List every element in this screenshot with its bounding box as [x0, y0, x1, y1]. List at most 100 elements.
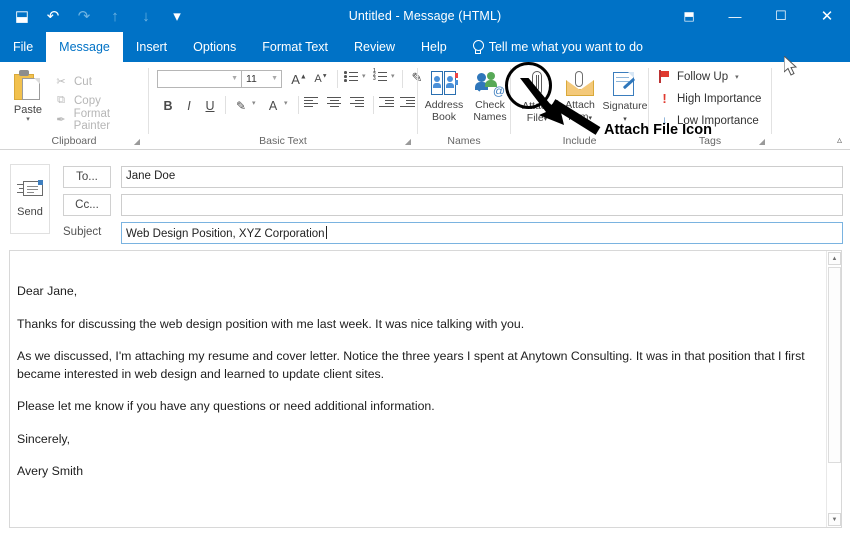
tell-me-label: Tell me what you want to do	[488, 40, 643, 54]
ribbon: Paste ▾ ✂ Cut ⧉ Copy ✒ Format Painter Cl…	[0, 62, 850, 150]
ribbon-display-options-icon[interactable]: ⬒	[666, 0, 712, 32]
close-icon[interactable]: ✕	[804, 0, 850, 32]
divider	[298, 96, 299, 114]
tab-review[interactable]: Review	[341, 32, 408, 62]
annotation-label: Attach File Icon	[604, 122, 712, 138]
underline-icon: U	[205, 99, 215, 113]
copy-label: Copy	[74, 94, 101, 107]
tell-me-search[interactable]: Tell me what you want to do	[460, 32, 655, 62]
clipboard-group-label: Clipboard	[51, 135, 97, 147]
bullet-list-icon	[344, 70, 359, 82]
body-paragraph: Dear Jane,	[17, 284, 78, 298]
check-names-label-line2: Names	[473, 110, 507, 123]
minimize-icon[interactable]: —	[712, 0, 758, 32]
cc-button[interactable]: Cc...	[63, 194, 111, 216]
align-center-icon	[327, 97, 343, 109]
align-center-button[interactable]	[327, 97, 343, 109]
font-name-dropdown[interactable]: ▼	[157, 70, 242, 88]
underline-button[interactable]: U	[201, 96, 219, 116]
tab-format-text[interactable]: Format Text	[249, 32, 341, 62]
address-book-button[interactable]: Address Book	[418, 68, 470, 138]
paste-dropdown-caret-icon[interactable]: ▾	[26, 116, 30, 123]
cut-button[interactable]: ✂ Cut	[54, 72, 148, 91]
collapse-ribbon-icon[interactable]: ▵	[837, 135, 842, 146]
paste-label: Paste	[13, 104, 43, 116]
align-left-icon	[304, 97, 320, 109]
font-size-dropdown[interactable]: 11 ▼	[242, 70, 282, 88]
group-divider	[771, 68, 772, 134]
font-color-button[interactable]: A	[264, 96, 282, 116]
bullets-button[interactable]	[344, 70, 359, 82]
bold-button[interactable]: B	[159, 96, 177, 116]
cut-label: Cut	[74, 75, 92, 88]
outlook-compose-window: ⬓ ↶ ↷ ↑ ↓ ▾ Untitled - Message (HTML) ⬒ …	[0, 0, 850, 533]
decrease-indent-button[interactable]	[379, 97, 395, 109]
follow-up-caret-icon[interactable]: ▾	[735, 73, 739, 81]
scroll-down-icon[interactable]: ▼	[828, 513, 841, 526]
scrollbar-thumb[interactable]	[828, 267, 841, 463]
format-painter-button[interactable]: ✒ Format Painter	[54, 107, 148, 132]
shrink-font-icon: A▼	[314, 73, 328, 85]
flag-icon	[659, 70, 670, 83]
ribbon-group-clipboard: Paste ▾ ✂ Cut ⧉ Copy ✒ Format Painter Cl…	[0, 62, 148, 150]
divider	[225, 96, 226, 114]
scroll-up-icon[interactable]: ▲	[828, 252, 841, 265]
clipboard-dialog-launcher-icon[interactable]: ◢	[134, 137, 140, 146]
follow-up-label: Follow Up	[677, 70, 729, 83]
tab-help[interactable]: Help	[408, 32, 460, 62]
cc-input[interactable]	[121, 194, 843, 216]
shrink-font-button[interactable]: A▼	[311, 69, 331, 89]
send-button[interactable]: Send	[10, 164, 50, 234]
numbering-dropdown-caret-icon[interactable]: ▾	[391, 72, 395, 80]
exclamation-icon: !	[662, 91, 667, 106]
align-right-button[interactable]	[350, 97, 366, 109]
align-left-button[interactable]	[304, 97, 320, 109]
divider	[402, 70, 403, 88]
mouse-cursor-ribbon	[784, 56, 798, 76]
tab-message[interactable]: Message	[46, 32, 123, 62]
check-names-icon: @	[475, 71, 505, 97]
align-right-icon	[350, 97, 366, 109]
grow-font-button[interactable]: A▲	[289, 69, 309, 89]
grow-font-icon: A▲	[291, 71, 307, 87]
message-body-text[interactable]: Dear Jane, Thanks for discussing the web…	[17, 283, 812, 496]
maximize-icon[interactable]: ☐	[758, 0, 804, 32]
scissors-icon: ✂	[56, 76, 66, 88]
chevron-down-icon: ▼	[271, 75, 278, 82]
basic-text-dialog-launcher-icon[interactable]: ◢	[405, 137, 411, 146]
bullets-dropdown-caret-icon[interactable]: ▾	[362, 72, 366, 80]
numbering-button[interactable]: 123	[373, 69, 388, 82]
divider	[373, 96, 374, 114]
tags-dialog-launcher-icon[interactable]: ◢	[759, 137, 765, 146]
window-controls: ⬒ — ☐ ✕	[666, 0, 850, 32]
body-paragraph: Please let me know if you have any quest…	[17, 399, 435, 413]
ribbon-tab-strip: File Message Insert Options Format Text …	[0, 32, 850, 62]
address-book-label-line1: Address	[424, 99, 464, 111]
high-importance-button[interactable]: ! High Importance	[659, 92, 761, 105]
font-color-dropdown-caret-icon[interactable]: ▾	[284, 99, 288, 107]
subject-value: Web Design Position, XYZ Corporation	[126, 228, 325, 240]
address-book-icon	[430, 71, 458, 97]
body-paragraph: Thanks for discussing the web design pos…	[17, 316, 525, 331]
subject-input[interactable]: Web Design Position, XYZ Corporation	[121, 222, 843, 244]
copy-icon: ⧉	[57, 94, 65, 106]
text-highlight-button[interactable]: ✎	[231, 96, 251, 116]
subject-label: Subject	[63, 226, 102, 238]
message-body-area[interactable]: Dear Jane, Thanks for discussing the web…	[9, 250, 842, 528]
high-importance-label: High Importance	[677, 92, 762, 105]
to-input[interactable]: Jane Doe	[121, 166, 843, 188]
tab-file[interactable]: File	[0, 32, 46, 62]
format-painter-label: Format Painter	[73, 107, 111, 132]
address-book-label: Address Book	[424, 99, 464, 123]
basic-text-group-label: Basic Text	[259, 135, 307, 147]
follow-up-button[interactable]: Follow Up ▾	[659, 70, 739, 83]
format-painter-icon: ✒	[56, 114, 66, 126]
body-scrollbar[interactable]: ▲ ▼	[826, 251, 841, 527]
tab-insert[interactable]: Insert	[123, 32, 180, 62]
paste-button[interactable]: Paste ▾	[4, 68, 52, 136]
italic-button[interactable]: I	[180, 96, 198, 116]
highlight-dropdown-caret-icon[interactable]: ▾	[252, 99, 256, 107]
tab-options[interactable]: Options	[180, 32, 249, 62]
increase-indent-button[interactable]	[400, 97, 416, 109]
to-button[interactable]: To...	[63, 166, 111, 188]
